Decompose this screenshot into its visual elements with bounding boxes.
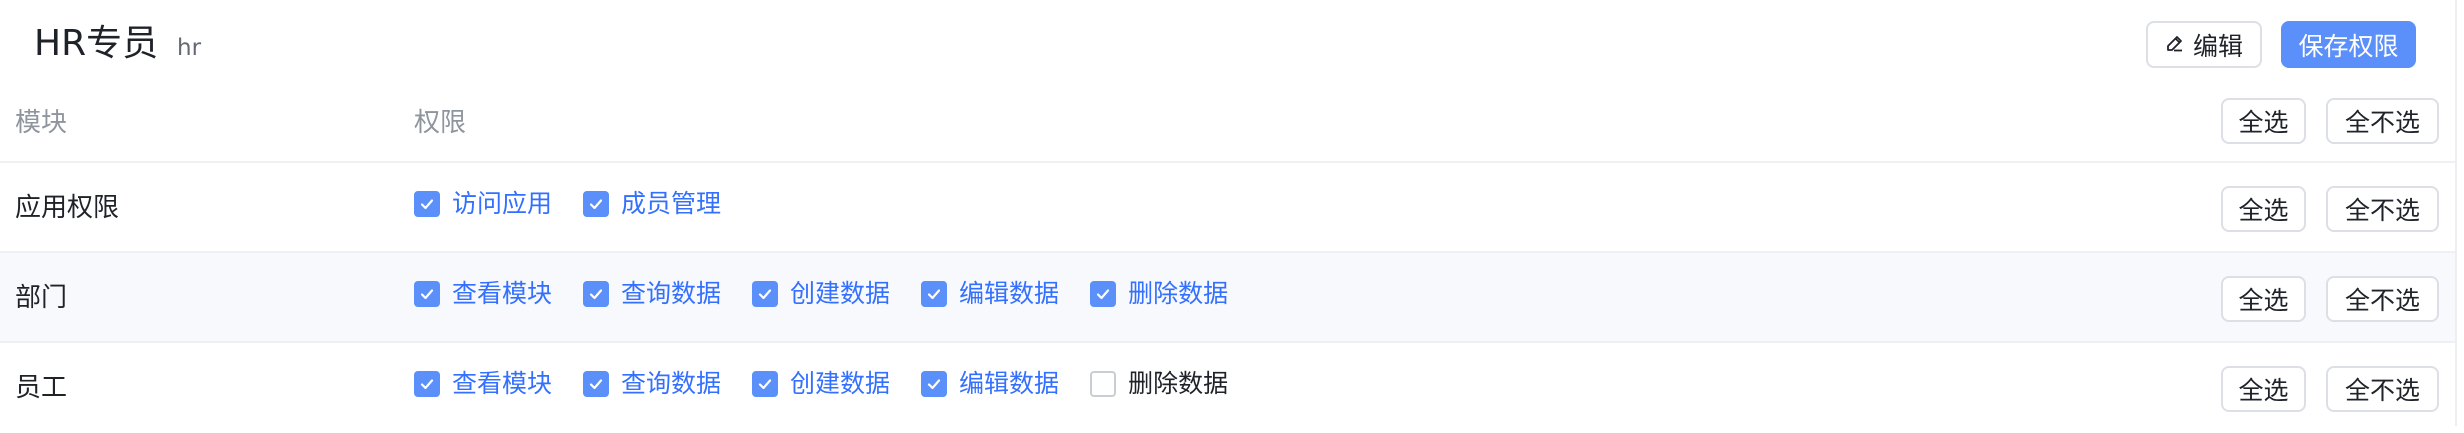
checkbox[interactable] — [414, 191, 440, 217]
row-bulk-actions: 全选 全不选 — [2221, 366, 2439, 412]
checkbox[interactable] — [752, 371, 779, 397]
row-bulk-actions: 全选 全不选 — [2221, 276, 2439, 322]
check-icon — [419, 196, 435, 212]
permission-checkbox-item[interactable]: 创建数据 — [752, 279, 890, 309]
checkbox[interactable] — [1090, 281, 1117, 307]
row-select-all-button[interactable]: 全选 — [2221, 366, 2306, 412]
checkbox[interactable] — [414, 281, 440, 307]
permission-checkbox-item[interactable]: 编辑数据 — [921, 279, 1059, 309]
checkbox[interactable] — [921, 281, 948, 307]
permission-label: 编辑数据 — [959, 279, 1060, 308]
row-select-all-button[interactable]: 全选 — [2221, 186, 2306, 232]
permission-label: 查询数据 — [621, 279, 722, 308]
check-icon — [1095, 286, 1111, 302]
row-select-all-button[interactable]: 全选 — [2221, 276, 2306, 322]
checkbox[interactable] — [1090, 371, 1117, 397]
edit-button[interactable]: 编辑 — [2146, 21, 2262, 68]
permission-label: 创建数据 — [790, 369, 891, 398]
permission-checkbox-item[interactable]: 创建数据 — [752, 369, 890, 399]
permission-label: 创建数据 — [790, 279, 891, 308]
check-icon — [588, 196, 604, 212]
permission-checkbox-item[interactable]: 成员管理 — [583, 189, 721, 219]
permission-label: 查看模块 — [452, 279, 553, 308]
page-header: HR专员 hr 编辑 保存权限 — [0, 0, 2455, 90]
row-bulk-actions: 全选 全不选 — [2221, 186, 2439, 232]
check-icon — [926, 376, 942, 392]
check-icon — [419, 286, 435, 302]
permission-list: 查看模块 查询数据 创建数据 编辑数据 删除数据 — [414, 369, 1259, 399]
column-header-permission: 权限 — [414, 108, 467, 138]
checkbox[interactable] — [414, 371, 440, 397]
table-header-row: 模块 权限 全选 全不选 — [0, 90, 2455, 163]
permission-checkbox-item[interactable]: 删除数据 — [1090, 369, 1228, 399]
permission-checkbox-item[interactable]: 查看模块 — [414, 279, 552, 309]
edit-button-label: 编辑 — [2192, 31, 2243, 61]
checkbox[interactable] — [921, 371, 948, 397]
permission-checkbox-item[interactable]: 查询数据 — [583, 369, 721, 399]
row-select-none-button[interactable]: 全不选 — [2326, 186, 2439, 232]
permission-label: 编辑数据 — [959, 369, 1060, 398]
permission-checkbox-item[interactable]: 访问应用 — [414, 189, 552, 219]
select-none-button[interactable]: 全不选 — [2326, 98, 2439, 144]
permission-label: 成员管理 — [621, 189, 722, 218]
module-name: 应用权限 — [15, 193, 120, 223]
check-icon — [588, 286, 604, 302]
scroll-divider — [2455, 0, 2457, 426]
module-name: 员工 — [15, 373, 68, 403]
permission-list: 访问应用 成员管理 — [414, 189, 752, 219]
permission-label: 查看模块 — [452, 369, 553, 398]
edit-pen-icon — [2165, 30, 2185, 59]
row-select-none-button[interactable]: 全不选 — [2326, 276, 2439, 322]
role-code: hr — [177, 35, 202, 61]
checkbox[interactable] — [583, 371, 610, 397]
permission-label: 访问应用 — [452, 189, 553, 218]
column-header-module: 模块 — [15, 108, 68, 138]
permission-checkbox-item[interactable]: 编辑数据 — [921, 369, 1059, 399]
check-icon — [757, 376, 773, 392]
permission-checkbox-item[interactable]: 查看模块 — [414, 369, 552, 399]
check-icon — [588, 376, 604, 392]
permissions-table: 模块 权限 全选 全不选 应用权限 访问应用 成员管理 全选 全不选 部门 查看模… — [0, 90, 2455, 433]
role-title: HR专员 — [34, 23, 159, 64]
check-icon — [757, 286, 773, 302]
select-all-button[interactable]: 全选 — [2221, 98, 2306, 144]
check-icon — [926, 286, 942, 302]
save-permissions-button[interactable]: 保存权限 — [2281, 21, 2416, 68]
check-icon — [419, 376, 435, 392]
module-name: 部门 — [15, 283, 68, 313]
checkbox[interactable] — [583, 191, 610, 217]
permission-label: 删除数据 — [1128, 279, 1229, 308]
table-row: 应用权限 访问应用 成员管理 全选 全不选 — [0, 163, 2455, 253]
row-select-none-button[interactable]: 全不选 — [2326, 366, 2439, 412]
checkbox[interactable] — [583, 281, 610, 307]
checkbox[interactable] — [752, 281, 779, 307]
table-row: 部门 查看模块 查询数据 创建数据 编辑数据 删除数据 全选 全不选 — [0, 253, 2455, 343]
permission-label: 删除数据 — [1128, 369, 1229, 398]
permission-list: 查看模块 查询数据 创建数据 编辑数据 删除数据 — [414, 279, 1259, 309]
table-row: 员工 查看模块 查询数据 创建数据 编辑数据 删除数据 全选 全不选 — [0, 343, 2455, 433]
permission-label: 查询数据 — [621, 369, 722, 398]
permission-checkbox-item[interactable]: 删除数据 — [1090, 279, 1228, 309]
permission-checkbox-item[interactable]: 查询数据 — [583, 279, 721, 309]
header-bulk-actions: 全选 全不选 — [2221, 98, 2439, 144]
